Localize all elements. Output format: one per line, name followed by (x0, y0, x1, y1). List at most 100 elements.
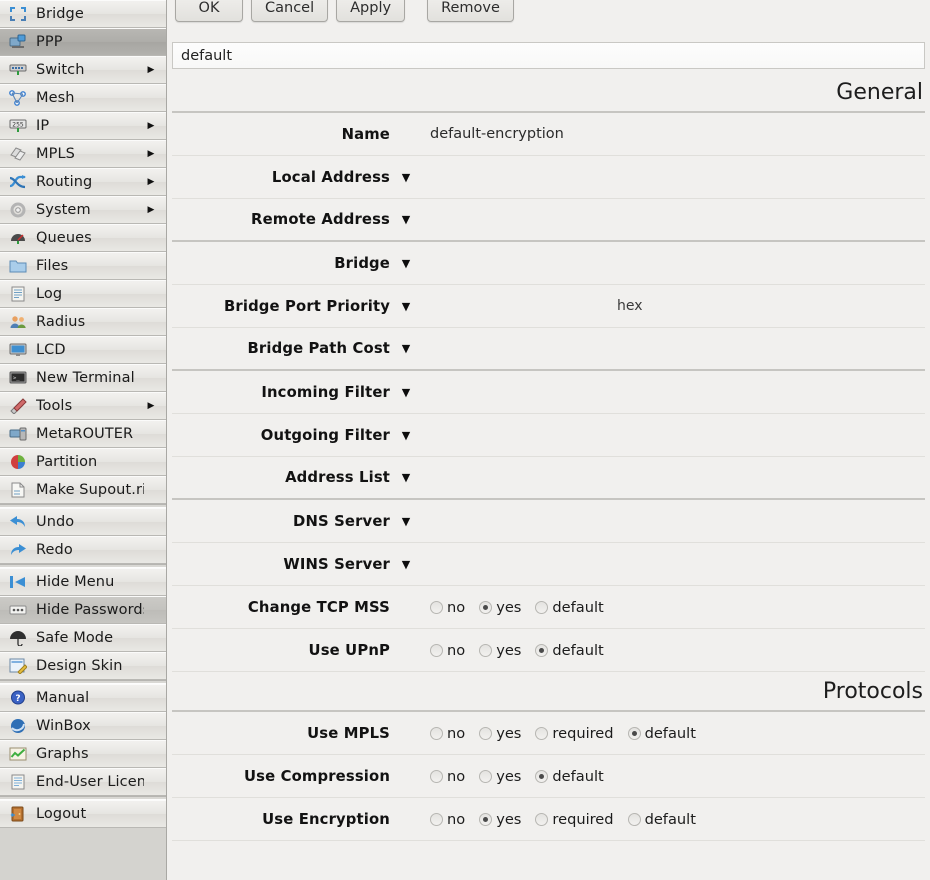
sidebar-group: Hide Menu Hide Passwords Safe Mode Design S… (0, 568, 166, 680)
sidebar-item-queues[interactable]: Queues (0, 224, 166, 252)
radio-use-encryption-default[interactable]: default (627, 811, 696, 828)
radio-group-use-encryption: no yes required default (422, 811, 925, 828)
radio-use-encryption-no[interactable]: no (430, 811, 465, 828)
sidebar-item-mesh[interactable]: Mesh (0, 84, 166, 112)
field-hint-bridge-port-priority: hex (617, 298, 643, 314)
radio-dot-icon (627, 812, 641, 826)
chevron-down-icon[interactable] (390, 343, 422, 354)
radio-change-tcp-mss-default[interactable]: default (535, 599, 604, 616)
radio-group-use-upnp: no yes default (422, 642, 925, 659)
sidebar-item-mpls[interactable]: MPLS (0, 140, 166, 168)
sidebar-item-partition[interactable]: Partition (0, 448, 166, 476)
radio-use-compression-default[interactable]: default (535, 767, 604, 785)
field-label-remote-address: Remote Address (251, 211, 390, 228)
sidebar-item-label: New Terminal (36, 370, 135, 386)
mpls-icon (7, 145, 29, 163)
radio-use-compression-no[interactable]: no (430, 768, 465, 785)
license-icon (7, 773, 29, 791)
chevron-down-icon[interactable] (390, 516, 422, 527)
radio-use-mpls-yes[interactable]: yes (479, 725, 521, 742)
sidebar-item-radius[interactable]: Radius (0, 308, 166, 336)
main-menu-sidebar[interactable]: Bridge PPP Switch Mesh 255 IP MPLS Routing Syste… (0, 0, 167, 880)
sidebar-item-label: PPP (36, 34, 63, 50)
sidebar-item-system[interactable]: System (0, 196, 166, 224)
radio-label: default (552, 767, 604, 785)
chevron-down-icon[interactable] (390, 301, 422, 312)
radio-use-mpls-default[interactable]: default (627, 725, 696, 742)
radio-use-compression-yes[interactable]: yes (479, 768, 521, 785)
sidebar-item-files[interactable]: Files (0, 252, 166, 280)
chevron-down-icon[interactable] (390, 387, 422, 398)
sidebar-item-ppp[interactable]: PPP (0, 28, 166, 56)
chevron-down-icon[interactable] (390, 214, 422, 225)
radio-dot-icon (430, 769, 443, 783)
sidebar-item-tools[interactable]: Tools (0, 392, 166, 420)
sidebar-item-end-user-license[interactable]: End-User License (0, 768, 166, 796)
cancel-button[interactable]: Cancel (251, 0, 329, 22)
sidebar-item-graphs[interactable]: Graphs (0, 740, 166, 768)
chevron-down-icon[interactable] (390, 559, 422, 570)
sidebar-item-undo[interactable]: Undo (0, 508, 166, 536)
sidebar-item-label: Safe Mode (36, 630, 114, 646)
remove-button-label: Remove (441, 0, 500, 16)
radio-use-upnp-yes[interactable]: yes (479, 642, 521, 659)
radio-label: no (447, 641, 466, 659)
sidebar-item-bridge[interactable]: Bridge (0, 0, 166, 28)
form-row-use-mpls: Use MPLS no yes required default (172, 712, 925, 755)
field-label-outgoing-filter: Outgoing Filter (260, 426, 390, 444)
radio-change-tcp-mss-yes[interactable]: yes (479, 599, 521, 616)
sidebar-item-winbox[interactable]: WinBox (0, 712, 166, 740)
radio-use-encryption-required[interactable]: required (535, 811, 614, 828)
field-label-use-upnp: Use UPnP (308, 641, 390, 659)
sidebar-item-switch[interactable]: Switch (0, 56, 166, 84)
sidebar-item-hide-passwords[interactable]: Hide Passwords (0, 596, 166, 624)
radio-dot-icon (535, 769, 549, 783)
chevron-down-icon[interactable] (390, 430, 422, 441)
radio-use-upnp-no[interactable]: no (430, 642, 465, 659)
chevron-down-icon[interactable] (390, 472, 422, 483)
sidebar-item-hide-menu[interactable]: Hide Menu (0, 568, 166, 596)
sidebar-filler (0, 828, 166, 880)
form-row-wins-server: WINS Server (172, 543, 925, 586)
sidebar-item-redo[interactable]: Redo (0, 536, 166, 564)
radio-use-mpls-no[interactable]: no (430, 725, 465, 742)
sidebar-item-metarouter[interactable]: MetaROUTER (0, 420, 166, 448)
form-row-name: Name default-encryption (172, 113, 925, 156)
apply-button[interactable]: Apply (336, 0, 406, 22)
profile-name-tab[interactable]: default (172, 42, 925, 69)
sidebar-item-new-terminal[interactable]: >_ New Terminal (0, 364, 166, 392)
radio-use-mpls-required[interactable]: required (535, 725, 614, 742)
sidebar-item-routing[interactable]: Routing (0, 168, 166, 196)
form-row-bridge-port-priority: Bridge Port Priority hex (172, 285, 925, 328)
radio-use-upnp-default[interactable]: default (535, 642, 604, 659)
radio-dot-icon (535, 726, 549, 740)
undo-arrow-icon (7, 513, 29, 531)
sidebar-item-design-skin[interactable]: Design Skin (0, 652, 166, 680)
section-header-general: General (172, 73, 925, 113)
radio-change-tcp-mss-no[interactable]: no (430, 599, 465, 616)
sidebar-item-manual[interactable]: ? Manual (0, 684, 166, 712)
ppp-icon (7, 33, 29, 51)
chevron-down-icon[interactable] (390, 258, 422, 269)
chevron-down-icon[interactable] (390, 172, 422, 183)
radio-dot-icon (479, 643, 493, 657)
sidebar-item-ip[interactable]: 255 IP (0, 112, 166, 140)
sidebar-item-make-supout-rif[interactable]: Make Supout.rif (0, 476, 166, 504)
form-row-bridge-path-cost: Bridge Path Cost (172, 328, 925, 371)
sidebar-item-safe-mode[interactable]: Safe Mode (0, 624, 166, 652)
remove-button[interactable]: Remove (427, 0, 514, 22)
sidebar-item-logout[interactable]: Logout (0, 800, 166, 828)
form-row-incoming-filter: Incoming Filter (172, 371, 925, 414)
radio-use-encryption-yes[interactable]: yes (479, 811, 521, 828)
sidebar-item-lcd[interactable]: LCD (0, 336, 166, 364)
field-label-wins-server: WINS Server (283, 555, 390, 573)
sidebar-item-label: Queues (36, 230, 92, 246)
sidebar-group: Undo Redo (0, 508, 166, 564)
field-value-name[interactable]: default-encryption (422, 126, 925, 142)
ok-button[interactable]: OK (175, 0, 243, 22)
sidebar-item-log[interactable]: Log (0, 280, 166, 308)
form-row-outgoing-filter: Outgoing Filter (172, 414, 925, 457)
document-icon (7, 481, 29, 499)
field-label-local-address: Local Address (271, 168, 390, 186)
form-row-local-address: Local Address (172, 156, 925, 199)
